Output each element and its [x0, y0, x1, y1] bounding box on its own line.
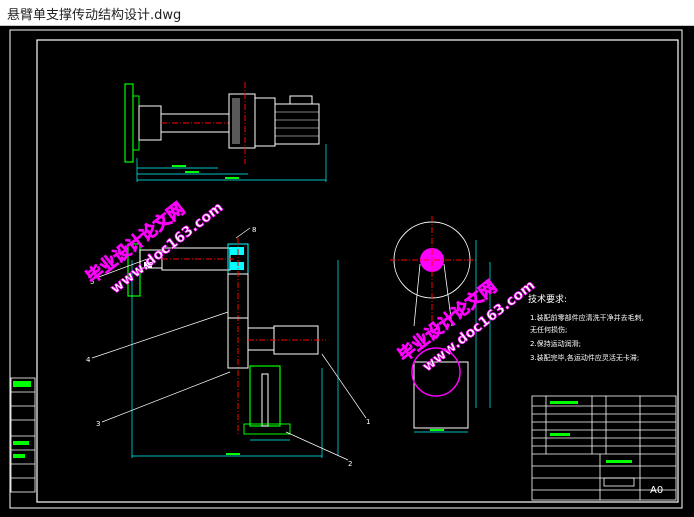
cad-drawing-canvas[interactable]: 8 5 4 3 2 1 技术要求: 1.装配前零部件应清洗干净并去毛刺, 无任何…	[0, 26, 694, 513]
requirement-line-2: 无任何损伤;	[530, 325, 567, 334]
balloon-4: 4	[86, 356, 91, 364]
window-title-bar: 悬臂单支撑传动结构设计.dwg	[0, 0, 694, 26]
sheet-size: A0	[650, 485, 663, 496]
requirement-line-1: 1.装配前零部件应清洗干净并去毛刺,	[530, 313, 644, 322]
balloon-1: 1	[366, 418, 370, 426]
balloon-8: 8	[252, 226, 256, 234]
balloon-3: 3	[96, 420, 100, 428]
front-view	[91, 227, 367, 461]
watermark-1: 毕业设计论文网 www.doc163.com	[82, 198, 227, 298]
requirements-heading: 技术要求:	[528, 293, 567, 305]
technical-requirements: 技术要求: 1.装配前零部件应清洗干净并去毛刺, 无任何损伤; 2.保持运动润滑…	[528, 293, 644, 362]
requirement-line-3: 2.保持运动润滑;	[530, 339, 581, 348]
cad-drawing: 8 5 4 3 2 1 技术要求: 1.装配前零部件应清洗干净并去毛刺, 无任何…	[9, 29, 683, 509]
top-view	[124, 82, 327, 182]
left-revision-strip	[10, 377, 36, 493]
window-title: 悬臂单支撑传动结构设计.dwg	[7, 8, 182, 23]
requirement-line-4: 3.装配完毕,各运动件应灵活无卡滞;	[530, 353, 639, 362]
balloon-2: 2	[348, 460, 352, 468]
